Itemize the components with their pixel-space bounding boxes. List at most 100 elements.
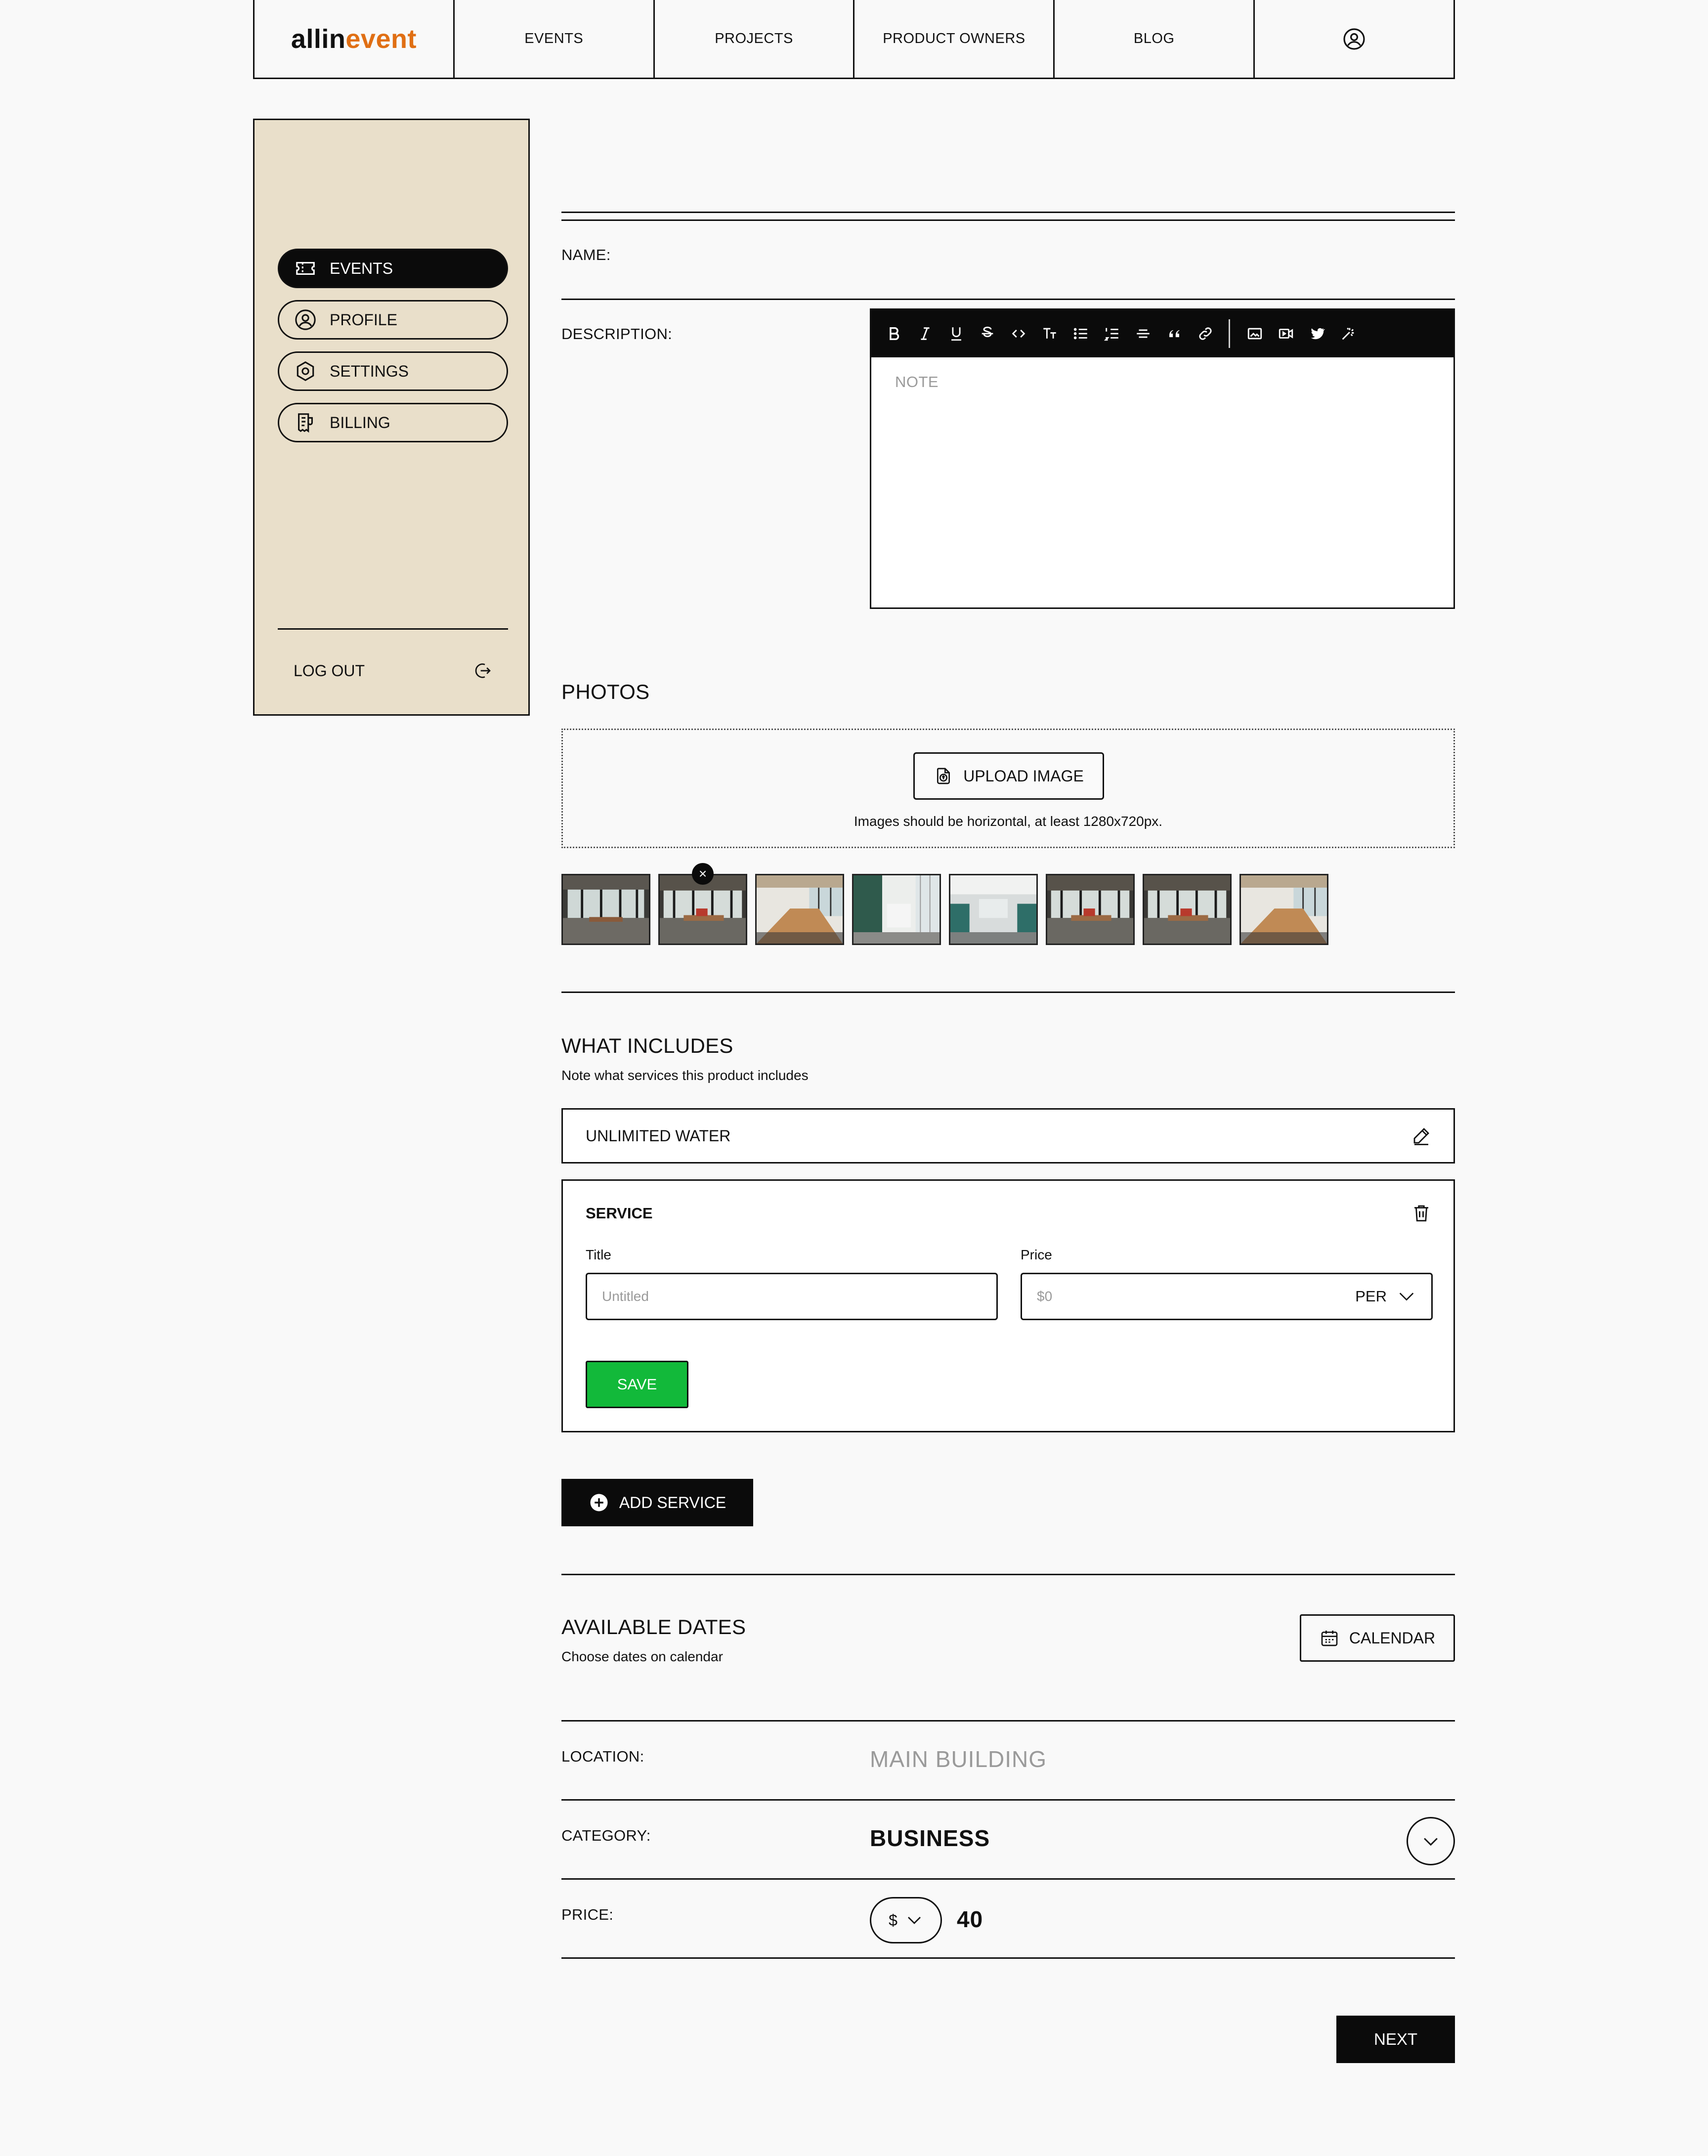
video-button[interactable] — [1274, 322, 1298, 345]
add-service-button[interactable]: ADD SERVICE — [561, 1479, 753, 1526]
quote-button[interactable] — [1162, 322, 1186, 345]
editor-placeholder: NOTE — [895, 373, 939, 390]
category-value[interactable]: BUSINESS — [870, 1825, 990, 1852]
edit-pencil-icon[interactable] — [1411, 1125, 1432, 1146]
divider — [561, 1799, 1455, 1801]
underline-button[interactable] — [944, 322, 968, 345]
price-label: Price — [1021, 1247, 1052, 1262]
name-input[interactable] — [870, 232, 1455, 297]
code-icon — [1012, 329, 1025, 338]
numbered-list-icon — [1104, 328, 1118, 341]
photos-title: PHOTOS — [561, 680, 650, 703]
magic-button[interactable] — [1336, 322, 1360, 345]
text-size-button[interactable] — [1038, 322, 1062, 345]
logout-button[interactable]: LOG OUT — [294, 656, 492, 686]
includes-subtitle: Note what services this product includes — [561, 1068, 809, 1083]
category-dropdown-button[interactable] — [1407, 1817, 1455, 1865]
bullet-list-icon — [1073, 328, 1087, 340]
divider — [561, 1878, 1455, 1880]
bullet-list-button[interactable] — [1069, 322, 1093, 345]
user-circle-icon — [295, 309, 316, 330]
category-label: CATEGORY: — [561, 1827, 651, 1844]
trash-icon[interactable] — [1411, 1203, 1432, 1223]
description-editor[interactable]: NOTE — [870, 308, 1455, 609]
link-icon — [1199, 327, 1212, 340]
photo-thumbnail[interactable] — [755, 874, 844, 945]
location-label: LOCATION: — [561, 1748, 644, 1765]
service-heading: SERVICE — [586, 1205, 653, 1222]
included-service-item: UNLIMITED WATER — [561, 1108, 1455, 1164]
photo-thumbnail[interactable] — [561, 874, 650, 945]
save-service-button[interactable]: SAVE — [586, 1361, 688, 1408]
sidebar-item-settings[interactable]: SETTINGS — [278, 351, 508, 391]
calendar-button[interactable]: CALENDAR — [1300, 1614, 1455, 1662]
divider — [561, 212, 1455, 213]
sidebar-divider — [278, 628, 508, 630]
remove-photo-button[interactable]: × — [692, 863, 714, 885]
sidebar: EVENTS PROFILE SETTINGS BILLING LOG OUT — [253, 119, 530, 716]
logout-icon — [475, 663, 491, 678]
currency-dropdown[interactable]: $ — [870, 1897, 942, 1943]
divider — [561, 992, 1455, 993]
text-size-icon — [1043, 328, 1056, 339]
next-button[interactable]: NEXT — [1336, 2016, 1455, 2063]
photo-thumbnail[interactable] — [852, 874, 941, 945]
nav-events[interactable]: EVENTS — [455, 0, 655, 78]
service-title-input[interactable]: Untitled — [586, 1273, 998, 1320]
upload-hint: Images should be horizontal, at least 12… — [854, 814, 1163, 829]
twitter-icon — [1311, 328, 1325, 340]
photo-thumbnail[interactable] — [949, 874, 1038, 945]
bold-icon — [890, 327, 899, 341]
ticket-icon — [296, 261, 315, 275]
video-icon — [1279, 329, 1293, 339]
receipt-icon — [298, 413, 313, 433]
plus-circle-icon — [590, 1494, 608, 1511]
numbered-list-button[interactable] — [1100, 322, 1124, 345]
photo-thumbnail[interactable] — [1239, 874, 1328, 945]
chevron-down-icon — [1424, 1838, 1438, 1846]
photo-thumbnail[interactable] — [1143, 874, 1232, 945]
editor-toolbar — [871, 310, 1453, 357]
per-dropdown[interactable]: PER — [1355, 1287, 1416, 1306]
sidebar-item-profile[interactable]: PROFILE — [278, 300, 508, 340]
title-label: Title — [586, 1247, 611, 1262]
upload-image-button[interactable]: UPLOAD IMAGE — [913, 752, 1104, 800]
divider — [561, 219, 1455, 221]
twitter-button[interactable] — [1305, 322, 1329, 345]
nav-projects[interactable]: PROJECTS — [655, 0, 855, 78]
description-label: DESCRIPTION: — [561, 325, 673, 343]
nav-blog[interactable]: BLOG — [1055, 0, 1255, 78]
underline-icon — [951, 327, 961, 341]
image-icon — [1247, 328, 1262, 340]
location-input[interactable]: MAIN BUILDING — [870, 1746, 1047, 1772]
name-label: NAME: — [561, 246, 611, 263]
bold-button[interactable] — [882, 322, 906, 345]
italic-button[interactable] — [913, 322, 937, 345]
price-input[interactable]: 40 — [957, 1906, 983, 1933]
upload-file-icon — [937, 768, 950, 784]
link-button[interactable] — [1194, 322, 1217, 345]
sidebar-item-billing[interactable]: BILLING — [278, 403, 508, 442]
code-button[interactable] — [1007, 322, 1030, 345]
dates-title: AVAILABLE DATES — [561, 1615, 746, 1639]
close-icon: × — [698, 866, 707, 881]
top-navbar: allinevent EVENTS PROJECTS PRODUCT OWNER… — [253, 0, 1455, 79]
magic-icon — [1342, 328, 1354, 340]
sidebar-item-events[interactable]: EVENTS — [278, 249, 508, 288]
divider — [561, 299, 1455, 300]
image-button[interactable] — [1243, 322, 1267, 345]
dates-subtitle: Choose dates on calendar — [561, 1649, 723, 1664]
service-price-input[interactable]: $0 PER — [1021, 1273, 1433, 1320]
logo[interactable]: allinevent — [255, 0, 455, 78]
divider — [561, 1574, 1455, 1575]
horizontal-rule-button[interactable] — [1131, 322, 1155, 345]
photo-thumbnail[interactable] — [1046, 874, 1135, 945]
divider — [561, 1720, 1455, 1722]
italic-icon — [921, 327, 930, 340]
account-button[interactable] — [1255, 0, 1453, 78]
nav-product-owners[interactable]: PRODUCT OWNERS — [854, 0, 1055, 78]
strikethrough-icon — [982, 326, 993, 338]
strikethrough-button[interactable] — [976, 322, 999, 345]
divider — [561, 1957, 1455, 1959]
horizontal-rule-icon — [1137, 329, 1150, 338]
